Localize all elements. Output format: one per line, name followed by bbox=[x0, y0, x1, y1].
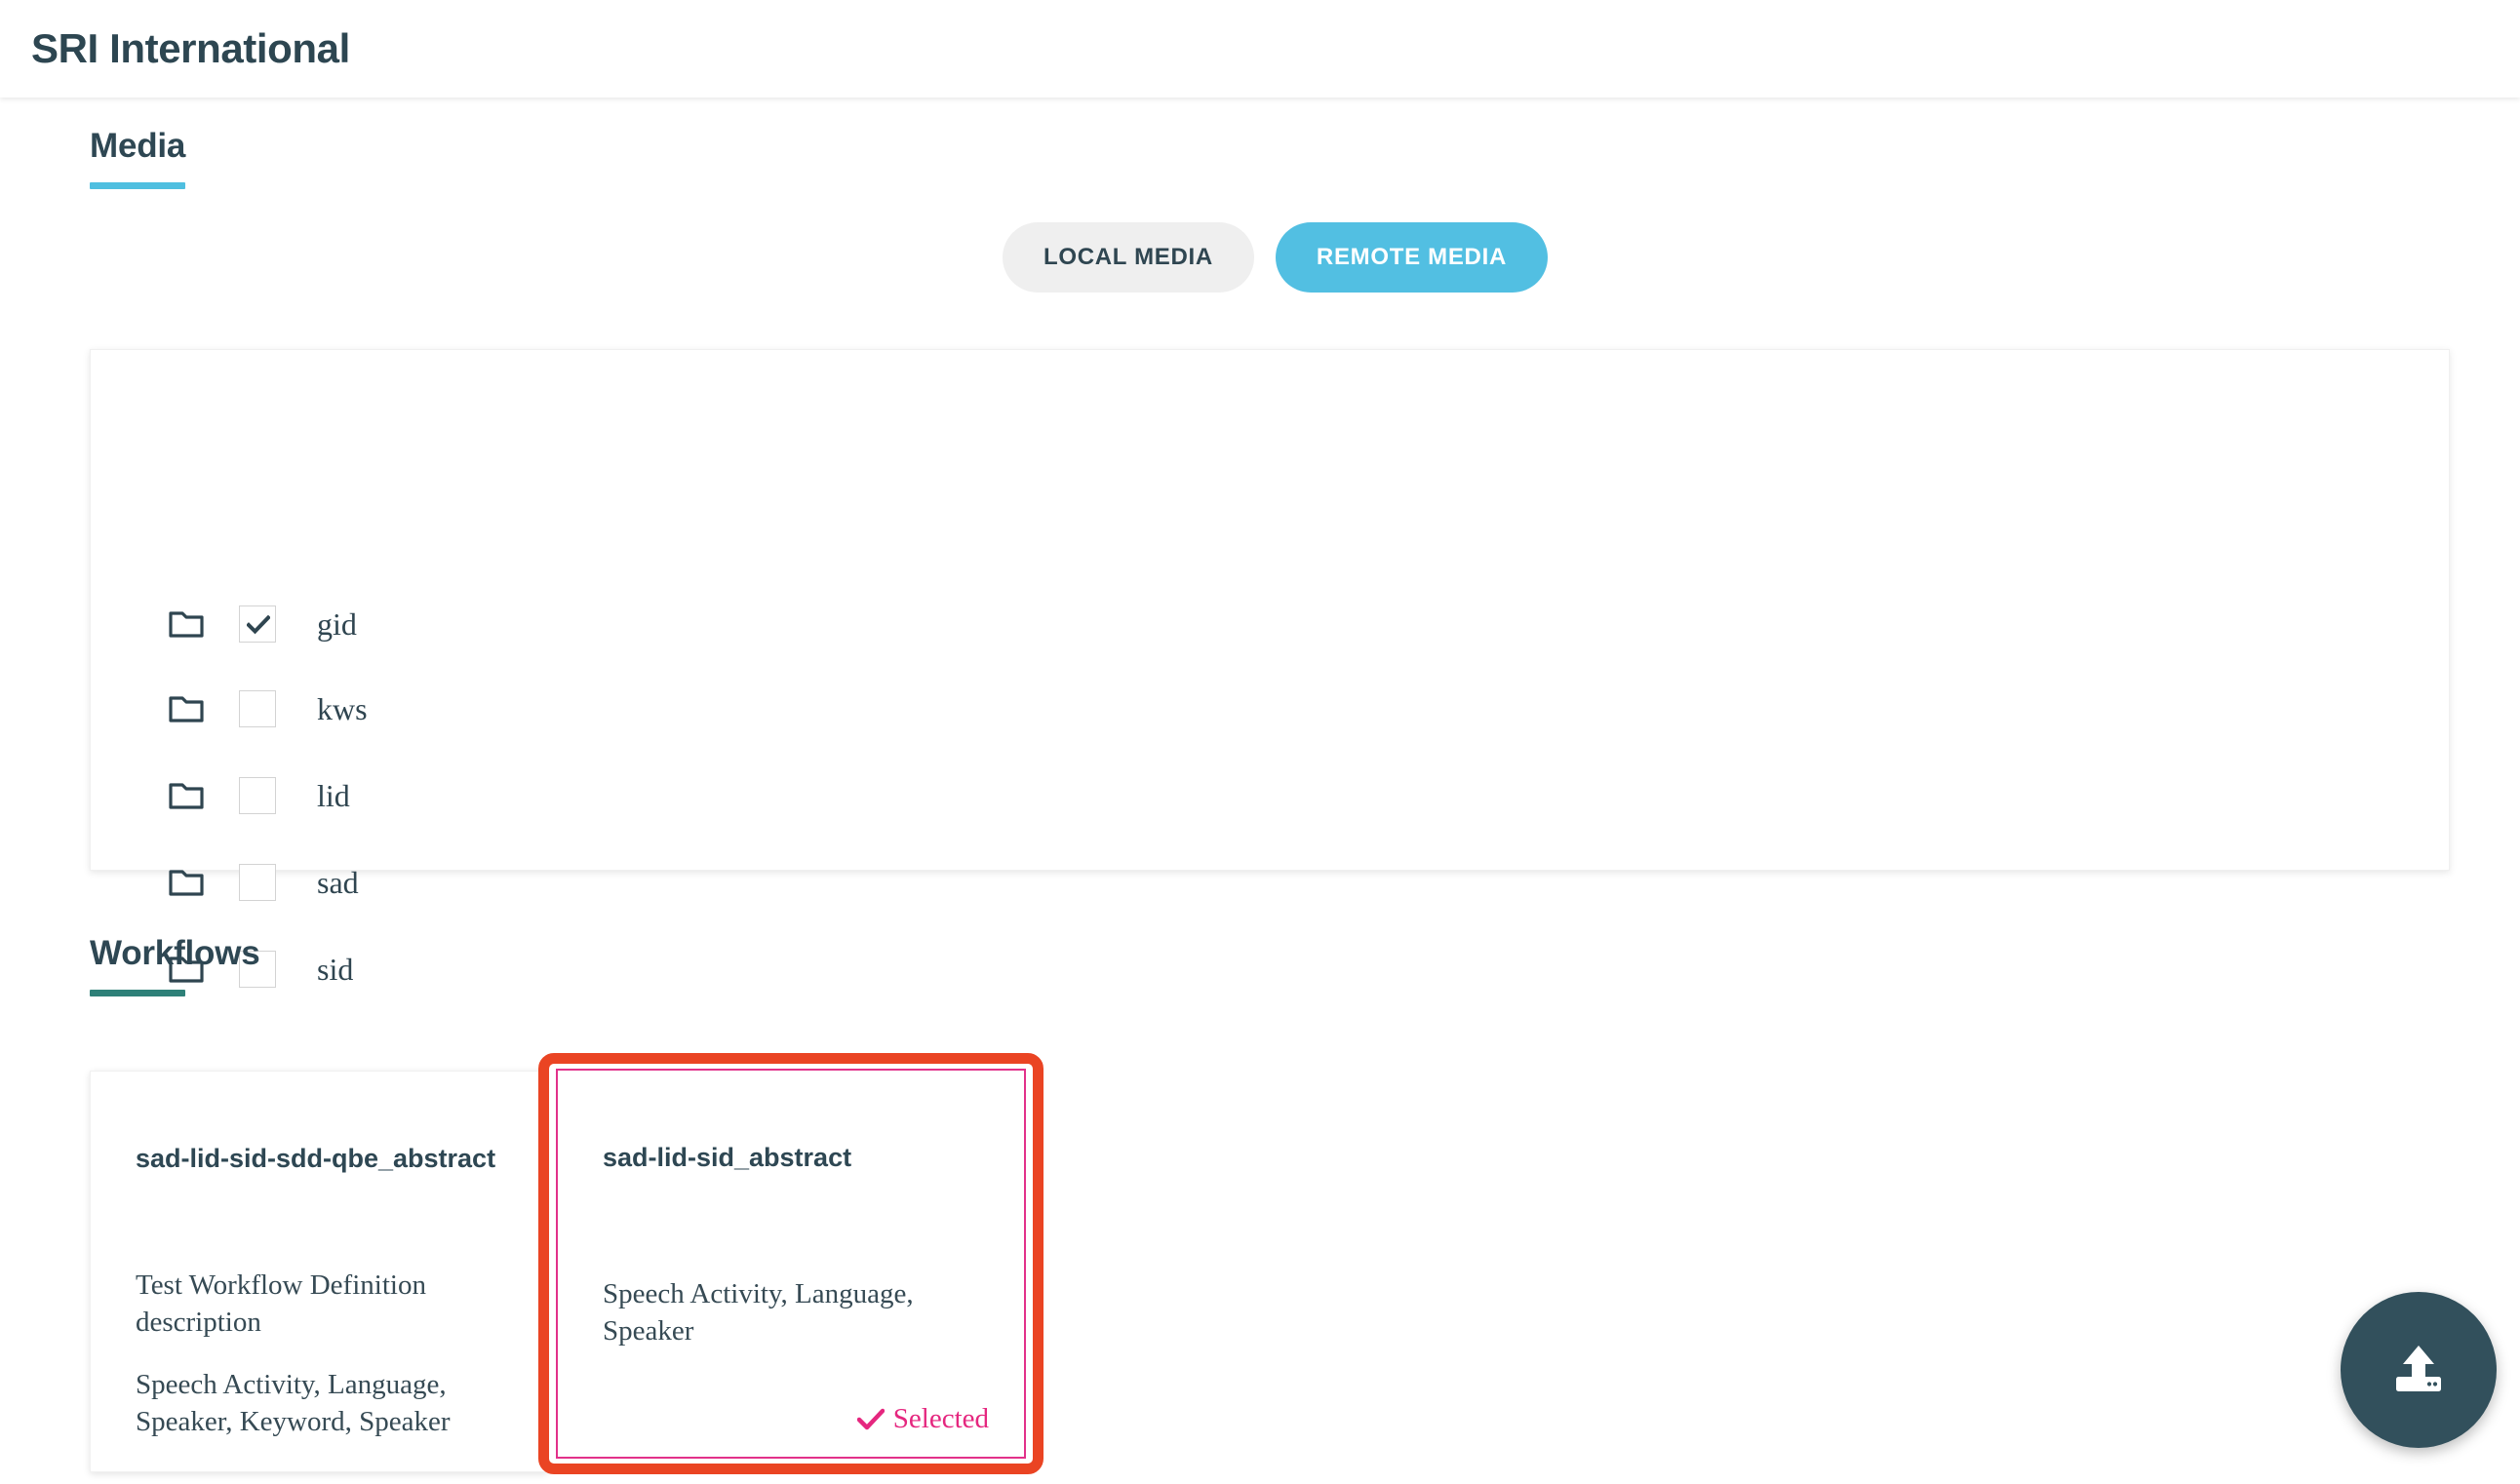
upload-fab-button[interactable] bbox=[2341, 1292, 2497, 1448]
workflow-card-description: Test Workflow Definition description bbox=[136, 1269, 426, 1338]
media-source-tabs: LOCAL MEDIA REMOTE MEDIA bbox=[1003, 222, 1548, 293]
media-folder-checkbox-gid[interactable] bbox=[239, 605, 276, 643]
media-browser-panel: gid kws lid sad sid bbox=[90, 349, 2450, 988]
app-header: SRI International bbox=[0, 0, 2520, 98]
app-title: SRI International bbox=[31, 25, 350, 71]
media-folder-label-gid: gid bbox=[317, 605, 357, 642]
tab-remote-media[interactable]: REMOTE MEDIA bbox=[1275, 222, 1548, 293]
media-folder-checkbox-lid[interactable] bbox=[239, 777, 276, 814]
check-icon bbox=[856, 1408, 885, 1429]
media-folder-checkbox-sad[interactable] bbox=[239, 864, 276, 901]
folder-icon bbox=[169, 696, 204, 722]
workflow-card-tags: Speech Activity, Language, Speaker bbox=[603, 1278, 914, 1347]
media-folder-label-sad: sad bbox=[317, 864, 359, 900]
media-section-heading: Media bbox=[90, 127, 186, 165]
folder-icon bbox=[169, 870, 204, 896]
upload-icon bbox=[2396, 1346, 2441, 1391]
media-folder-checkbox-kws[interactable] bbox=[239, 690, 276, 727]
workflow-card-tags: Speech Activity, Language, Speaker, Keyw… bbox=[136, 1369, 451, 1437]
workflow-card-title: sad-lid-sid_abstract bbox=[603, 1143, 852, 1172]
folder-icon bbox=[169, 783, 204, 809]
tab-local-media[interactable]: LOCAL MEDIA bbox=[1003, 222, 1254, 293]
workflow-card[interactable]: sad-lid-sid-sdd-qbe_abstract Test Workfl… bbox=[90, 1071, 548, 1472]
workflow-selected-label: Selected bbox=[892, 1403, 989, 1434]
workflow-selected-badge: Selected bbox=[856, 1403, 989, 1435]
media-heading-underline bbox=[90, 182, 185, 189]
media-folder-label-lid: lid bbox=[317, 777, 350, 813]
media-folder-row-sad[interactable]: sad bbox=[169, 857, 359, 908]
workflows-heading-underline bbox=[90, 990, 185, 996]
workflows-section-heading: Workflows bbox=[90, 934, 260, 972]
workflow-card-title: sad-lid-sid-sdd-qbe_abstract bbox=[136, 1144, 496, 1173]
media-folder-row-kws[interactable]: kws bbox=[169, 683, 368, 734]
media-folder-label-kws: kws bbox=[317, 690, 368, 726]
folder-icon bbox=[169, 611, 204, 638]
check-icon bbox=[247, 615, 270, 635]
media-folder-row-lid[interactable]: lid bbox=[169, 770, 350, 821]
media-folder-row-gid[interactable]: gid bbox=[169, 599, 357, 649]
media-folder-label-sid: sid bbox=[317, 951, 354, 987]
workflow-card-selected[interactable]: sad-lid-sid_abstract Speech Activity, La… bbox=[556, 1069, 1026, 1459]
